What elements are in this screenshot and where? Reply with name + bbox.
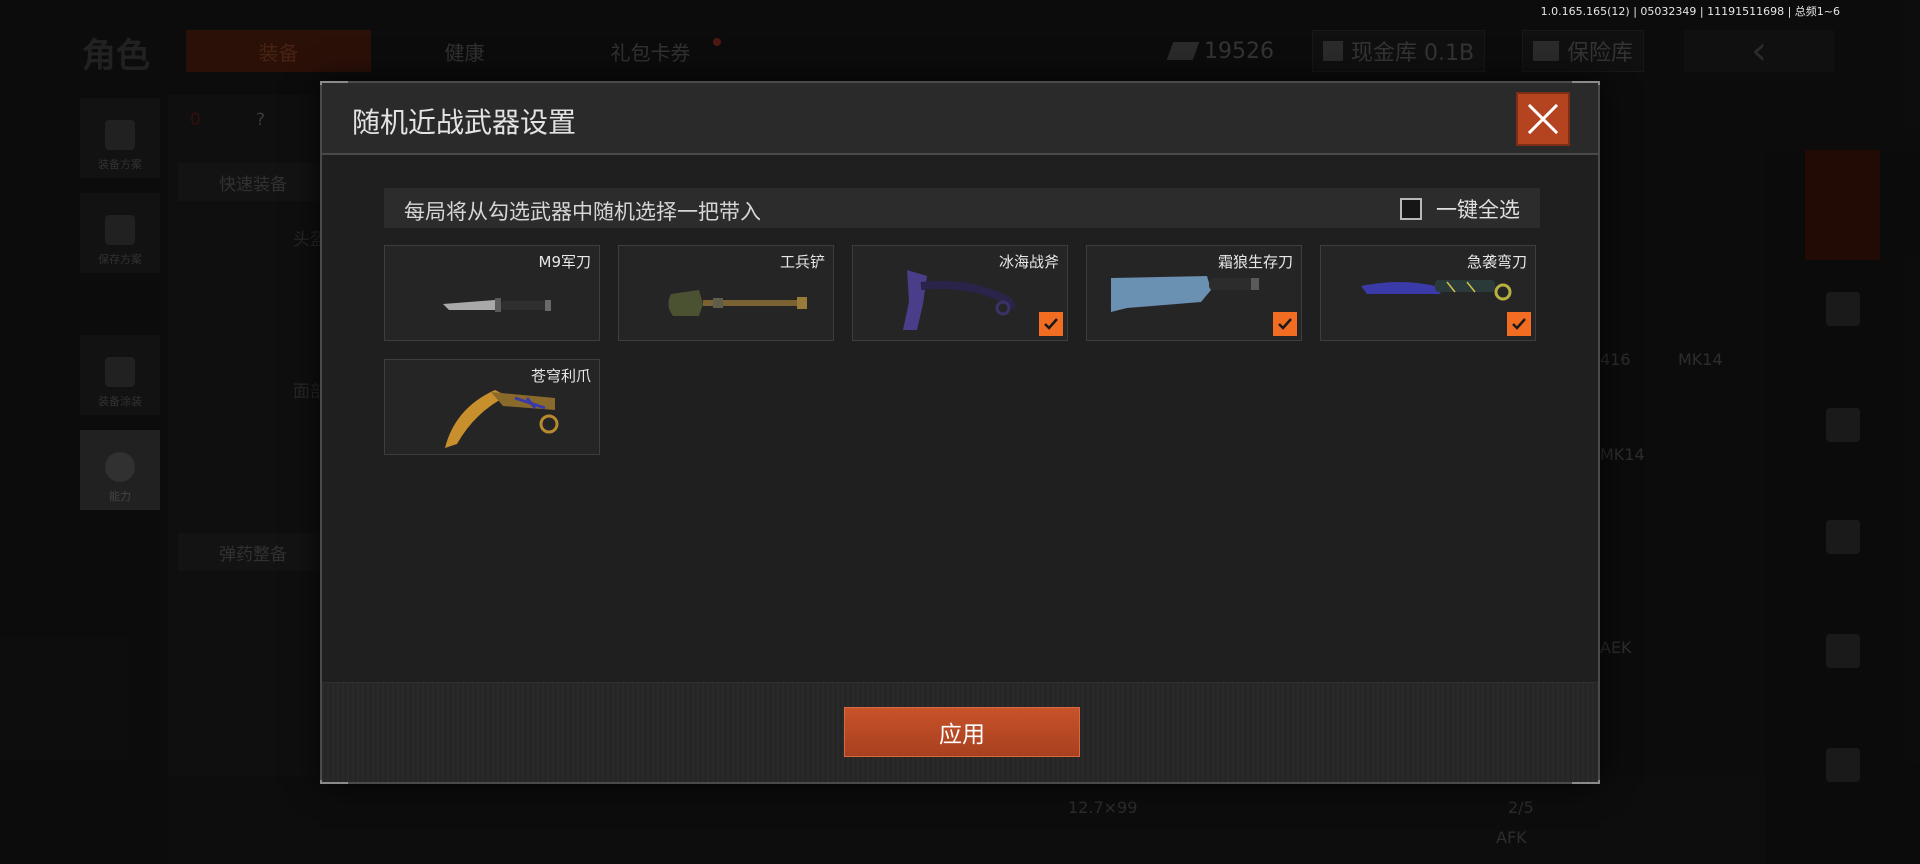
random-melee-dialog: 随机近战武器设置 每局将从勾选武器中随机选择一把带入 一键全选 M9军刀 工兵铲… xyxy=(320,81,1600,784)
select-all-label: 一键全选 xyxy=(1436,198,1520,222)
weapon-card-ice-axe[interactable]: 冰海战斧 xyxy=(852,245,1068,341)
checkmark-icon xyxy=(1044,318,1058,330)
info-bar: 每局将从勾选武器中随机选择一把带入 一键全选 xyxy=(384,188,1540,228)
select-all-toggle[interactable]: 一键全选 xyxy=(1400,194,1520,224)
m9-knife-icon xyxy=(443,298,551,312)
survival-knife-icon xyxy=(1111,276,1259,312)
checkmark-icon xyxy=(1512,318,1526,330)
apply-button[interactable]: 应用 xyxy=(844,707,1080,757)
info-text: 每局将从勾选武器中随机选择一把带入 xyxy=(404,200,761,224)
dialog-footer: 应用 xyxy=(322,682,1598,782)
shovel-icon xyxy=(668,290,807,316)
weapon-card-frost-wolf-knife[interactable]: 霜狼生存刀 xyxy=(1086,245,1302,341)
close-icon xyxy=(1527,103,1559,135)
close-button[interactable] xyxy=(1516,92,1570,146)
weapon-card-raid-karambit[interactable]: 急袭弯刀 xyxy=(1320,245,1536,341)
talon-icon xyxy=(445,390,559,448)
checked-badge[interactable] xyxy=(1507,312,1531,336)
ice-axe-icon xyxy=(903,270,1016,330)
weapon-card-sky-talon[interactable]: 苍穹利爪 xyxy=(384,359,600,455)
checked-badge[interactable] xyxy=(1039,312,1063,336)
dialog-header: 随机近战武器设置 xyxy=(322,83,1598,155)
weapon-card-shovel[interactable]: 工兵铲 xyxy=(618,245,834,341)
checked-badge[interactable] xyxy=(1273,312,1297,336)
weapon-card-m9-knife[interactable]: M9军刀 xyxy=(384,245,600,341)
checkmark-icon xyxy=(1278,318,1292,330)
select-all-checkbox[interactable] xyxy=(1400,198,1422,220)
karambit-icon xyxy=(1361,280,1512,301)
dialog-title: 随机近战武器设置 xyxy=(352,106,577,139)
version-info: 1.0.165.165(12) | 05032349 | 11191511698… xyxy=(1540,5,1840,18)
